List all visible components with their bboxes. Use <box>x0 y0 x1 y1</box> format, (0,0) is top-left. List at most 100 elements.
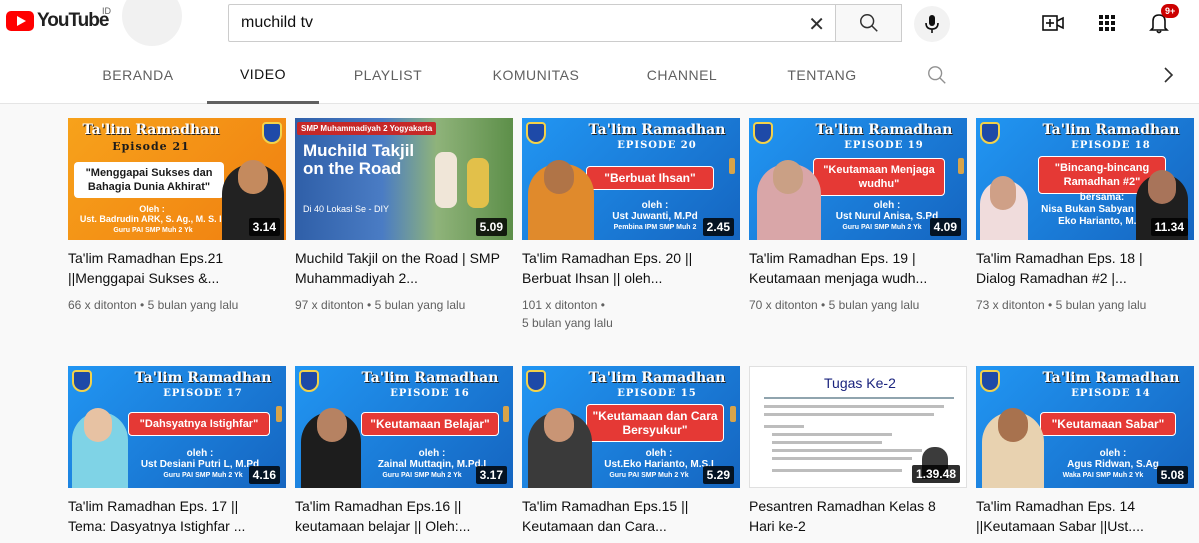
thumbnail-oleh: oleh : <box>186 448 214 459</box>
document-divider <box>764 397 954 399</box>
thumbnail-banner: SMP Muhammadiyah 2 Yogyakarta <box>297 122 437 135</box>
thumbnail-topic: "Keutamaan Menjaga wudhu" <box>813 158 945 196</box>
duration-badge: 2.45 <box>702 218 734 236</box>
thumbnail-oleh: Oleh : <box>139 204 165 214</box>
thumbnail-oleh: oleh : <box>418 448 446 459</box>
thumbnail-heading: Muchild Takjil on the Road <box>303 141 415 178</box>
logo-text: YouTube <box>37 10 109 31</box>
thumbnail-topic: "Menggapai Sukses dan Bahagia Dunia Akhi… <box>74 162 224 198</box>
video-meta: 73 x ditonton • 5 bulan yang lalu <box>976 298 1147 312</box>
video-thumbnail[interactable]: Ta'lim Ramadhan EPISODE 15 "Keutamaan da… <box>522 366 740 488</box>
video-title[interactable]: Ta'lim Ramadhan Eps. 14 ||Keutamaan Saba… <box>976 496 1184 536</box>
lantern-decoration <box>276 406 282 422</box>
school-logo-icon <box>526 122 546 144</box>
document-line <box>764 425 804 428</box>
channel-search-button[interactable] <box>926 64 948 91</box>
tab-playlist[interactable]: PLAYLIST <box>320 46 456 104</box>
duration-badge: 3.14 <box>248 218 280 236</box>
view-count: 97 x ditonton <box>295 298 364 312</box>
voice-search-button[interactable] <box>914 6 950 42</box>
video-thumbnail[interactable]: Ta'lim Ramadhan EPISODE 19 "Keutamaan Me… <box>749 118 967 240</box>
thumbnail-topic: "Keutamaan Belajar" <box>361 412 499 436</box>
thumbnail-topic: "Keutamaan Sabar" <box>1040 412 1176 436</box>
video-title[interactable]: Ta'lim Ramadhan Eps.16 || keutamaan bela… <box>295 496 503 536</box>
thumbnail-role: Guru PAI SMP Muh 2 Yk <box>113 227 193 234</box>
tabs-next-button[interactable] <box>1162 66 1174 89</box>
thumbnail-role: Guru PAI SMP Muh 2 Yk <box>609 472 689 479</box>
video-meta: 70 x ditonton • 5 bulan yang lalu <box>749 298 920 312</box>
document-line <box>764 413 934 416</box>
upload-age: 5 bulan yang lalu <box>828 298 920 312</box>
thumbnail-role: Guru PAI SMP Muh 2 Yk <box>842 224 922 231</box>
video-thumbnail[interactable]: Ta'lim Ramadhan EPISODE 17 "Dahsyatnya I… <box>68 366 286 488</box>
speaker-image <box>757 160 821 240</box>
thumbnail-role: Pembina IPM SMP Muh 2 <box>613 224 697 231</box>
lantern-decoration <box>503 406 509 422</box>
thumbnail-speaker-name: Zainal Muttaqin, M.Pd.I <box>377 459 487 470</box>
youtube-play-icon <box>6 11 34 31</box>
thumbnail-heading: Ta'lim Ramadhan <box>134 370 272 386</box>
video-thumbnail[interactable]: Ta'lim Ramadhan EPISODE 18 "Bincang-binc… <box>976 118 1194 240</box>
create-video-button[interactable] <box>1040 10 1066 36</box>
video-thumbnail[interactable]: Ta'lim Ramadhan EPISODE 14 "Keutamaan Sa… <box>976 366 1194 488</box>
thumbnail-oleh: oleh : <box>641 200 669 211</box>
thumbnail-episode: EPISODE 17 <box>163 388 243 399</box>
upload-age: 5 bulan yang lalu <box>147 298 239 312</box>
search-button[interactable] <box>836 4 902 42</box>
tab-komunitas[interactable]: KOMUNITAS <box>458 46 614 104</box>
document-line <box>772 449 922 452</box>
thumbnail-speaker-name: Ust. Badrudin ARK, S. Ag., M. S. I. <box>79 214 225 224</box>
video-title[interactable]: Pesantren Ramadhan Kelas 8 Hari ke-2 <box>749 496 957 536</box>
duration-badge: 11.34 <box>1150 218 1188 236</box>
tab-channel[interactable]: CHANNEL <box>614 46 750 104</box>
video-thumbnail[interactable]: Ta'lim Ramadhan EPISODE 16 "Keutamaan Be… <box>295 366 513 488</box>
thumbnail-speaker: oleh : Ust Nurul Anisa, S.Pd <box>827 200 947 222</box>
video-title[interactable]: Ta'lim Ramadhan Eps.15 || Keutamaan dan … <box>522 496 730 536</box>
notification-badge: 9+ <box>1161 4 1180 18</box>
thumbnail-heading: Ta'lim Ramadhan <box>588 370 726 386</box>
thumbnail-oleh: bersama: <box>1079 192 1125 203</box>
video-title[interactable]: Ta'lim Ramadhan Eps.21 ||Menggapai Sukse… <box>68 248 276 288</box>
school-logo-icon <box>526 370 546 392</box>
thumbnail-episode: EPISODE 20 <box>617 140 697 151</box>
thumbnail-episode: EPISODE 18 <box>1071 140 1151 151</box>
speaker-image <box>980 176 1028 240</box>
video-title[interactable]: Ta'lim Ramadhan Eps. 17 || Tema: Dasyatn… <box>68 496 276 536</box>
video-thumbnail[interactable]: Tugas Ke-2 1.39.48 <box>749 366 967 488</box>
video-title[interactable]: Ta'lim Ramadhan Eps. 19 | Keutamaan menj… <box>749 248 957 288</box>
tab-beranda[interactable]: BERANDA <box>70 46 206 104</box>
youtube-logo[interactable]: YouTube <box>6 10 109 32</box>
video-thumbnail[interactable]: Ta'lim Ramadhan Episode 21 "Menggapai Su… <box>68 118 286 240</box>
lantern-decoration <box>730 406 736 422</box>
video-title[interactable]: Ta'lim Ramadhan Eps. 20 || Berbuat Ihsan… <box>522 248 730 288</box>
tab-video[interactable]: VIDEO <box>207 46 319 104</box>
thumbnail-role: Guru PAI SMP Muh 2 Yk <box>163 472 243 479</box>
video-title[interactable]: Muchild Takjil on the Road | SMP Muhamma… <box>295 248 503 288</box>
apps-button[interactable] <box>1094 10 1120 36</box>
lantern-decoration <box>958 158 964 174</box>
thumbnail-heading: Ta'lim Ramadhan <box>1042 370 1180 386</box>
clear-icon[interactable]: ✕ <box>808 12 825 37</box>
search-icon <box>928 66 946 84</box>
microphone-icon <box>925 15 939 33</box>
thumbnail-heading: Ta'lim Ramadhan <box>1042 122 1180 138</box>
chevron-right-icon <box>1164 67 1174 83</box>
thumbnail-speaker: oleh : Ust Juwanti, M.Pd <box>600 200 710 222</box>
document-line <box>764 405 944 408</box>
duration-badge: 5.29 <box>702 466 734 484</box>
thumbnail-role: Guru PAI SMP Muh 2 Yk <box>382 472 462 479</box>
thumbnail-episode: EPISODE 14 <box>1071 388 1151 399</box>
tab-tentang[interactable]: TENTANG <box>752 46 892 104</box>
school-logo-icon <box>299 370 319 392</box>
thumbnail-heading: Ta'lim Ramadhan <box>815 122 953 138</box>
video-thumbnail[interactable]: SMP Muhammadiyah 2 Yogyakarta Muchild Ta… <box>295 118 513 240</box>
search-box[interactable]: ✕ <box>228 4 836 42</box>
thumbnail-topic: "Dahsyatnya Istighfar" <box>128 412 270 436</box>
thumbnail-oleh: oleh : <box>1099 448 1127 459</box>
person-figure <box>467 158 489 208</box>
thumbnail-episode: EPISODE 16 <box>390 388 470 399</box>
video-title[interactable]: Ta'lim Ramadhan Eps. 18 | Dialog Ramadha… <box>976 248 1184 288</box>
search-input[interactable] <box>241 14 801 32</box>
video-thumbnail[interactable]: Ta'lim Ramadhan EPISODE 20 "Berbuat Ihsa… <box>522 118 740 240</box>
thumbnail-speaker-name: Ust.Eko Harianto, M.S.I <box>604 459 714 470</box>
